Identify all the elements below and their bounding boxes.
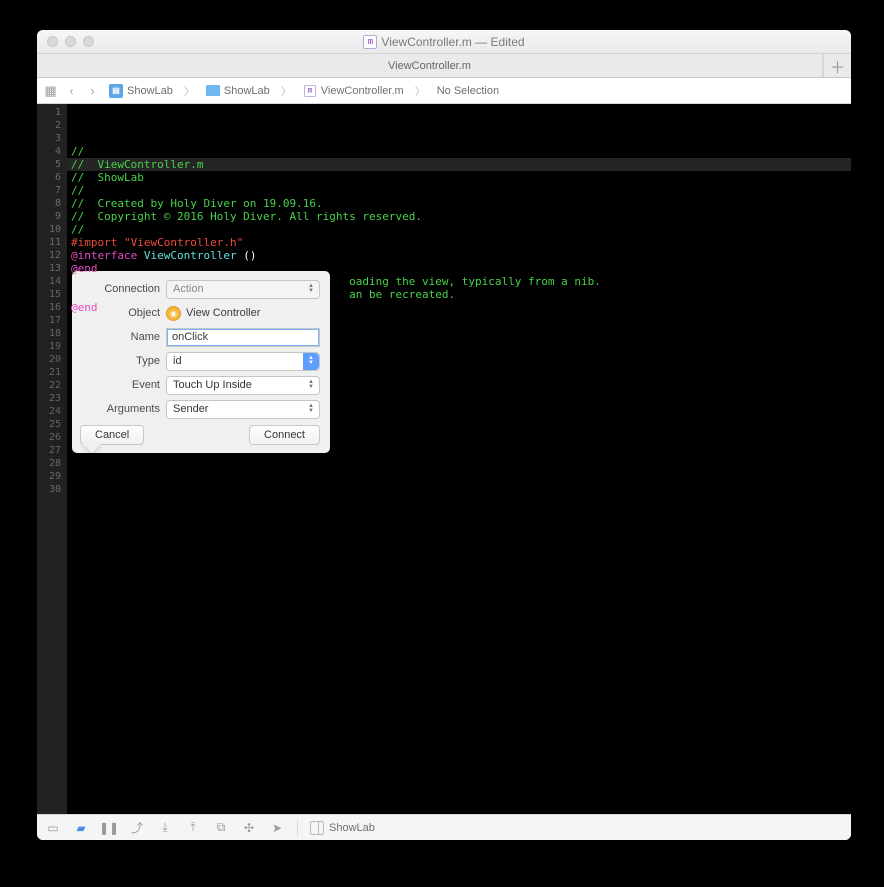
scheme-icon xyxy=(310,821,324,835)
zoom-window-button[interactable] xyxy=(83,36,94,47)
name-input[interactable]: onClick xyxy=(166,328,320,347)
breadcrumb-sep: 〉 xyxy=(184,83,195,99)
name-value: onClick xyxy=(172,331,208,343)
arguments-label: Arguments xyxy=(80,403,160,415)
breadcrumb-project[interactable]: ▤ ShowLab xyxy=(106,82,176,100)
cancel-button[interactable]: Cancel xyxy=(80,425,144,445)
xcode-window: m ViewController.m — Edited ViewControll… xyxy=(37,30,851,840)
event-label: Event xyxy=(80,379,160,391)
type-value: id xyxy=(173,355,182,367)
tab-viewcontroller-m[interactable]: ViewController.m xyxy=(37,54,823,77)
scheme-label: ShowLab xyxy=(329,822,375,834)
arguments-select[interactable]: Sender ▲▼ xyxy=(166,400,320,419)
code-line: @interface ViewController () xyxy=(71,249,847,262)
code-line: oading the view, typically from a nib. xyxy=(71,275,847,288)
connect-label: Connect xyxy=(264,429,305,441)
nav-back-button[interactable]: ‹ xyxy=(64,84,79,98)
close-window-button[interactable] xyxy=(47,36,58,47)
source-editor[interactable]: 1 2 3 4 5 6 7 8 9 10 11 12 13 14 15 16 1… xyxy=(37,104,851,814)
stepper-icon: ▲▼ xyxy=(303,377,319,394)
code-line: // Copyright © 2016 Holy Diver. All righ… xyxy=(71,210,847,223)
code-area[interactable]: //// ViewController.m// ShowLab//// Crea… xyxy=(67,104,851,814)
code-line: an be recreated. xyxy=(71,288,847,301)
step-into-icon[interactable]: ⤓ xyxy=(157,820,173,836)
window-title: m ViewController.m — Edited xyxy=(37,35,851,49)
breadcrumb-label: ViewController.m xyxy=(321,85,404,97)
stepper-icon: ▲▼ xyxy=(303,401,319,418)
breadcrumb-sep: 〉 xyxy=(415,83,426,99)
step-over-icon[interactable]: ⤴ xyxy=(129,820,145,836)
breadcrumb-folder[interactable]: ShowLab xyxy=(203,83,273,99)
folder-icon xyxy=(206,85,220,96)
location-icon[interactable]: ➤ xyxy=(269,820,285,836)
tab-bar: ViewController.m ＋ xyxy=(37,54,851,78)
breadcrumb-file[interactable]: m ViewController.m xyxy=(300,82,407,100)
code-line: @end xyxy=(71,301,847,314)
file-type-icon: m xyxy=(363,35,377,49)
pause-icon[interactable]: ❚❚ xyxy=(101,820,117,836)
minimize-window-button[interactable] xyxy=(65,36,76,47)
divider xyxy=(297,820,298,836)
cancel-label: Cancel xyxy=(95,429,129,441)
related-items-icon[interactable]: ▦ xyxy=(43,83,58,99)
event-value: Touch Up Inside xyxy=(173,379,252,391)
line-gutter: 1 2 3 4 5 6 7 8 9 10 11 12 13 14 15 16 1… xyxy=(37,104,67,814)
new-tab-button[interactable]: ＋ xyxy=(823,54,851,77)
type-select[interactable]: id ▲▼ xyxy=(166,352,320,371)
titlebar: m ViewController.m — Edited xyxy=(37,30,851,54)
code-line: #import "ViewController.h" xyxy=(71,236,847,249)
code-line: // Created by Holy Diver on 19.09.16. xyxy=(71,197,847,210)
file-type-icon: m xyxy=(304,85,316,97)
name-label: Name xyxy=(80,331,160,343)
tab-label: ViewController.m xyxy=(388,60,471,72)
plus-icon: ＋ xyxy=(829,54,845,78)
jump-bar: ▦ ‹ › ▤ ShowLab 〉 ShowLab 〉 m ViewContro… xyxy=(37,78,851,104)
step-out-icon[interactable]: ⤒ xyxy=(185,820,201,836)
event-select[interactable]: Touch Up Inside ▲▼ xyxy=(166,376,320,395)
breakpoint-flag-icon[interactable]: ▰ xyxy=(73,820,89,836)
panel-icon[interactable]: ▭ xyxy=(45,820,61,836)
type-label: Type xyxy=(80,355,160,367)
window-title-text: ViewController.m — Edited xyxy=(381,35,524,49)
view-debug-icon[interactable]: ⧉ xyxy=(213,820,229,836)
stepper-icon: ▲▼ xyxy=(303,353,319,370)
breadcrumb-symbol[interactable]: No Selection xyxy=(434,83,502,99)
code-line: @end xyxy=(71,262,847,275)
breadcrumb-label: ShowLab xyxy=(127,85,173,97)
breadcrumb-sep: 〉 xyxy=(281,83,292,99)
connect-button[interactable]: Connect xyxy=(249,425,320,445)
code-line: // xyxy=(71,184,847,197)
arguments-value: Sender xyxy=(173,403,208,415)
breadcrumb-label: ShowLab xyxy=(224,85,270,97)
traffic-lights xyxy=(37,36,94,47)
nav-forward-button[interactable]: › xyxy=(85,84,100,98)
code-line: // ShowLab xyxy=(71,171,847,184)
debug-bar: ▭ ▰ ❚❚ ⤴ ⤓ ⤒ ⧉ ✣ ➤ ShowLab xyxy=(37,814,851,840)
memory-graph-icon[interactable]: ✣ xyxy=(241,820,257,836)
breadcrumb-label: No Selection xyxy=(437,85,499,97)
code-line: // xyxy=(71,223,847,236)
code-line: // ViewController.m xyxy=(71,158,847,171)
scheme-selector[interactable]: ShowLab xyxy=(310,821,375,835)
project-icon: ▤ xyxy=(109,84,123,98)
code-line: // xyxy=(71,145,847,158)
